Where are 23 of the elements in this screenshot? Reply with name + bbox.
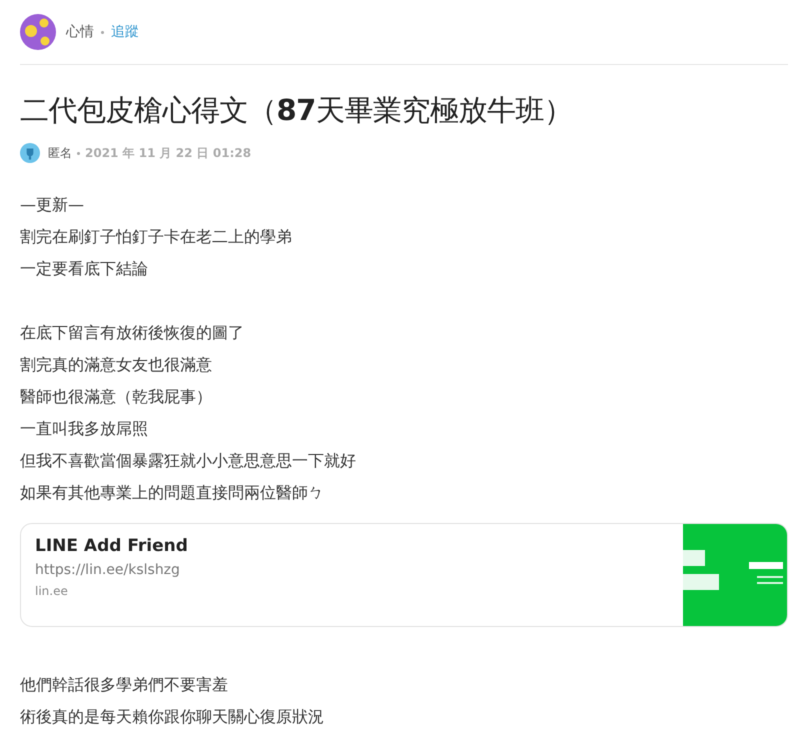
card-title: LINE Add Friend — [35, 536, 189, 556]
body-line: 但我不喜歡當個暴露狂就小小意思意思一下就好 — [20, 450, 357, 472]
body-line: 在底下留言有放術後恢復的圖了 — [20, 322, 245, 344]
board-icon — [20, 14, 56, 50]
card-url: https://lin.ee/kslshzg — [35, 562, 181, 578]
body-line: 一定要看底下結論 — [20, 258, 149, 280]
body-line: 割完在刷釘子怕釘子卡在老二上的學弟 — [20, 226, 293, 248]
body-line: 如果有其他專業上的問題直接問兩位醫師ㄅ — [20, 482, 325, 504]
body-line: 醫師也很滿意（乾我屁事） — [20, 386, 213, 408]
author-name: 匿名 — [48, 144, 72, 162]
avatar-icon — [20, 143, 40, 163]
body-line: 割完真的滿意女友也很滿意 — [20, 354, 213, 376]
body-line: 一直叫我多放屌照 — [20, 418, 149, 440]
body-line: —更新— — [20, 194, 85, 216]
link-card[interactable]: LINE Add Friend https://lin.ee/kslshzg lin.ee — [20, 523, 788, 627]
separator-dot — [77, 152, 80, 154]
post-title: 二代包皮槍心得文（87天畢業究極放牛班） — [20, 92, 574, 129]
board-name[interactable]: 心情 — [66, 23, 94, 41]
post-date: 2021 年 11 月 22 日 01:28 — [85, 144, 252, 162]
separator-dot — [101, 30, 104, 34]
body-line: 術後真的是每天賴你跟你聊天關心復原狀況 — [20, 706, 325, 728]
card-domain: lin.ee — [35, 584, 69, 598]
body-line: 他們幹話很多學弟們不要害羞 — [20, 674, 229, 696]
